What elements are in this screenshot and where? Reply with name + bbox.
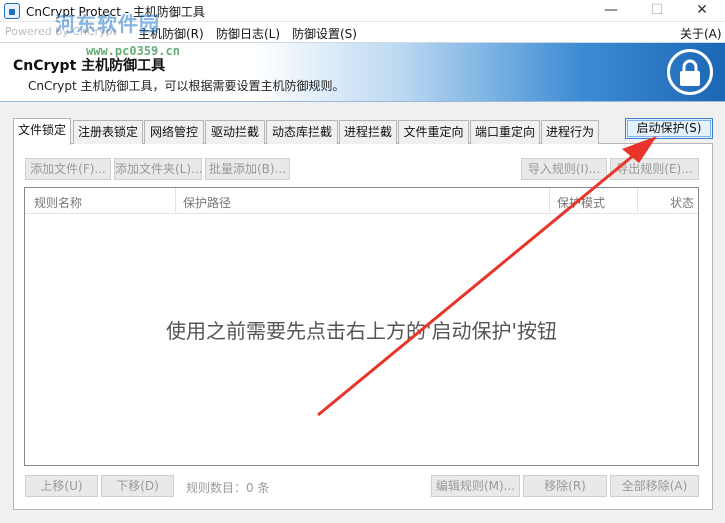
remove-button[interactable]: 移除(R) xyxy=(523,475,607,497)
header-banner: CnCrypt 主机防御工具 CnCrypt 主机防御工具，可以根据需要设置主机… xyxy=(0,42,725,102)
menu-bar: 主机防御(R) 防御日志(L) 防御设置(S) 关于(A) xyxy=(0,22,725,42)
rules-table[interactable]: 规则名称 保护路径 保护模式 状态 使用之前需要先点击右上方的'启动保护'按钮 xyxy=(24,187,699,466)
tab-driver-block[interactable]: 驱动拦截 xyxy=(205,120,265,144)
export-rules-button[interactable]: 导出规则(E)... xyxy=(610,158,699,180)
move-up-button[interactable]: 上移(U) xyxy=(25,475,98,497)
menu-about[interactable]: 关于(A) xyxy=(680,25,722,42)
column-divider[interactable] xyxy=(175,188,176,214)
lock-icon xyxy=(667,49,713,95)
rule-count: 规则数目：0 条 xyxy=(186,481,270,495)
column-protect-mode[interactable]: 保护模式 xyxy=(557,194,605,211)
tab-registry-lock[interactable]: 注册表锁定 xyxy=(73,120,143,144)
banner-description: CnCrypt 主机防御工具，可以根据需要设置主机防御规则。 xyxy=(28,79,345,93)
add-folder-button[interactable]: 添加文件夹(L)... xyxy=(114,158,202,180)
start-protection-button[interactable]: 启动保护(S) xyxy=(625,118,713,139)
remove-all-button[interactable]: 全部移除(A) xyxy=(610,475,699,497)
maximize-button[interactable]: ☐ xyxy=(634,0,680,22)
app-icon xyxy=(4,3,20,19)
table-header: 规则名称 保护路径 保护模式 状态 xyxy=(25,188,698,214)
add-file-button[interactable]: 添加文件(F)... xyxy=(25,158,111,180)
tab-process-block[interactable]: 进程拦截 xyxy=(339,120,397,144)
move-down-button[interactable]: 下移(D) xyxy=(101,475,174,497)
tab-file-redirect[interactable]: 文件重定向 xyxy=(398,120,469,144)
import-rules-button[interactable]: 导入规则(I)... xyxy=(521,158,607,180)
edit-rule-button[interactable]: 编辑规则(M)... xyxy=(431,475,520,497)
column-divider[interactable] xyxy=(549,188,550,214)
title-bar: CnCrypt Protect - 主机防御工具 — ☐ ✕ xyxy=(0,0,725,22)
minimize-button[interactable]: — xyxy=(588,0,634,22)
column-protect-path[interactable]: 保护路径 xyxy=(183,194,231,211)
column-status[interactable]: 状态 xyxy=(670,194,694,211)
column-rule-name[interactable]: 规则名称 xyxy=(34,194,82,211)
menu-defense-settings[interactable]: 防御设置(S) xyxy=(292,25,357,42)
close-button[interactable]: ✕ xyxy=(679,0,725,22)
tab-network-control[interactable]: 网络管控 xyxy=(144,120,204,144)
window-title: CnCrypt Protect - 主机防御工具 xyxy=(26,5,205,19)
tab-dll-block[interactable]: 动态库拦截 xyxy=(266,120,338,144)
menu-host-defense[interactable]: 主机防御(R) xyxy=(138,25,204,42)
tab-file-lock[interactable]: 文件锁定 xyxy=(13,118,71,145)
batch-add-button[interactable]: 批量添加(B)... xyxy=(205,158,290,180)
column-divider[interactable] xyxy=(637,188,638,214)
menu-defense-log[interactable]: 防御日志(L) xyxy=(216,25,280,42)
tab-process-behavior[interactable]: 进程行为 xyxy=(541,120,599,144)
banner-title: CnCrypt 主机防御工具 xyxy=(13,58,166,74)
tab-port-redirect[interactable]: 端口重定向 xyxy=(470,120,540,144)
empty-message: 使用之前需要先点击右上方的'启动保护'按钮 xyxy=(166,319,557,343)
